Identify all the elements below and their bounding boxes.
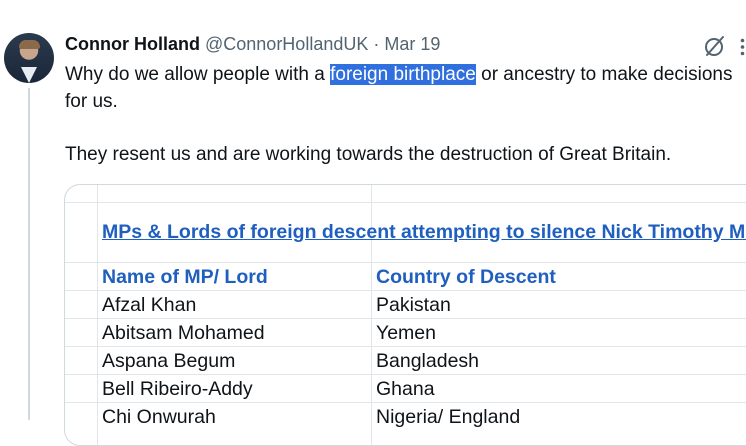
avatar-hair	[19, 40, 40, 49]
column-header-country: Country of Descent	[376, 266, 556, 288]
table-row: Aspana Begum Bangladesh	[65, 346, 746, 375]
slash-circle-icon[interactable]	[703, 34, 727, 58]
table-row: Afzal Khan Pakistan	[65, 290, 746, 319]
country-of-descent: Ghana	[376, 378, 435, 400]
thread-line	[28, 88, 30, 420]
tweet-paragraph-2: They resent us and are working towards t…	[65, 144, 672, 165]
country-of-descent: Pakistan	[376, 294, 451, 316]
separator-dot: ·	[373, 34, 380, 54]
avatar-shirt	[21, 67, 37, 83]
country-of-descent: Nigeria/ England	[376, 406, 521, 428]
table-row: Chi Onwurah Nigeria/ England	[65, 402, 746, 431]
author-name[interactable]: Connor Holland	[65, 34, 200, 54]
sheet-title: MPs & Lords of foreign descent attemptin…	[102, 221, 746, 243]
table-row: Bell Ribeiro-Addy Ghana	[65, 374, 746, 403]
tweet-header: Connor Holland @ConnorHollandUK · Mar 19	[65, 34, 440, 56]
author-handle[interactable]: @ConnorHollandUK	[205, 34, 368, 54]
column-header-name: Name of MP/ Lord	[102, 266, 268, 288]
text-before-highlight: Why do we allow people with a	[65, 64, 331, 85]
table-row: Abitsam Mohamed Yemen	[65, 318, 746, 347]
mp-name: Bell Ribeiro-Addy	[102, 378, 253, 400]
country-of-descent: Bangladesh	[376, 350, 480, 372]
author-avatar[interactable]	[4, 33, 54, 83]
mp-name: Abitsam Mohamed	[102, 322, 265, 344]
selected-text[interactable]: foreign birthplace	[330, 64, 476, 85]
sheet-gridline	[65, 202, 746, 203]
tweet-image[interactable]: MPs & Lords of foreign descent attemptin…	[64, 184, 746, 446]
mp-name: Afzal Khan	[102, 294, 197, 316]
sheet-header-row: Name of MP/ Lord Country of Descent	[65, 262, 746, 291]
tweet-text: Why do we allow people with a foreign bi…	[65, 62, 740, 169]
tweet-paragraph-1: Why do we allow people with a foreign bi…	[65, 62, 740, 115]
country-of-descent: Yemen	[376, 322, 436, 344]
more-vertical-icon[interactable]	[739, 38, 746, 56]
mp-name: Aspana Begum	[102, 350, 236, 372]
tweet-date[interactable]: Mar 19	[384, 34, 440, 54]
mp-name: Chi Onwurah	[102, 406, 216, 428]
